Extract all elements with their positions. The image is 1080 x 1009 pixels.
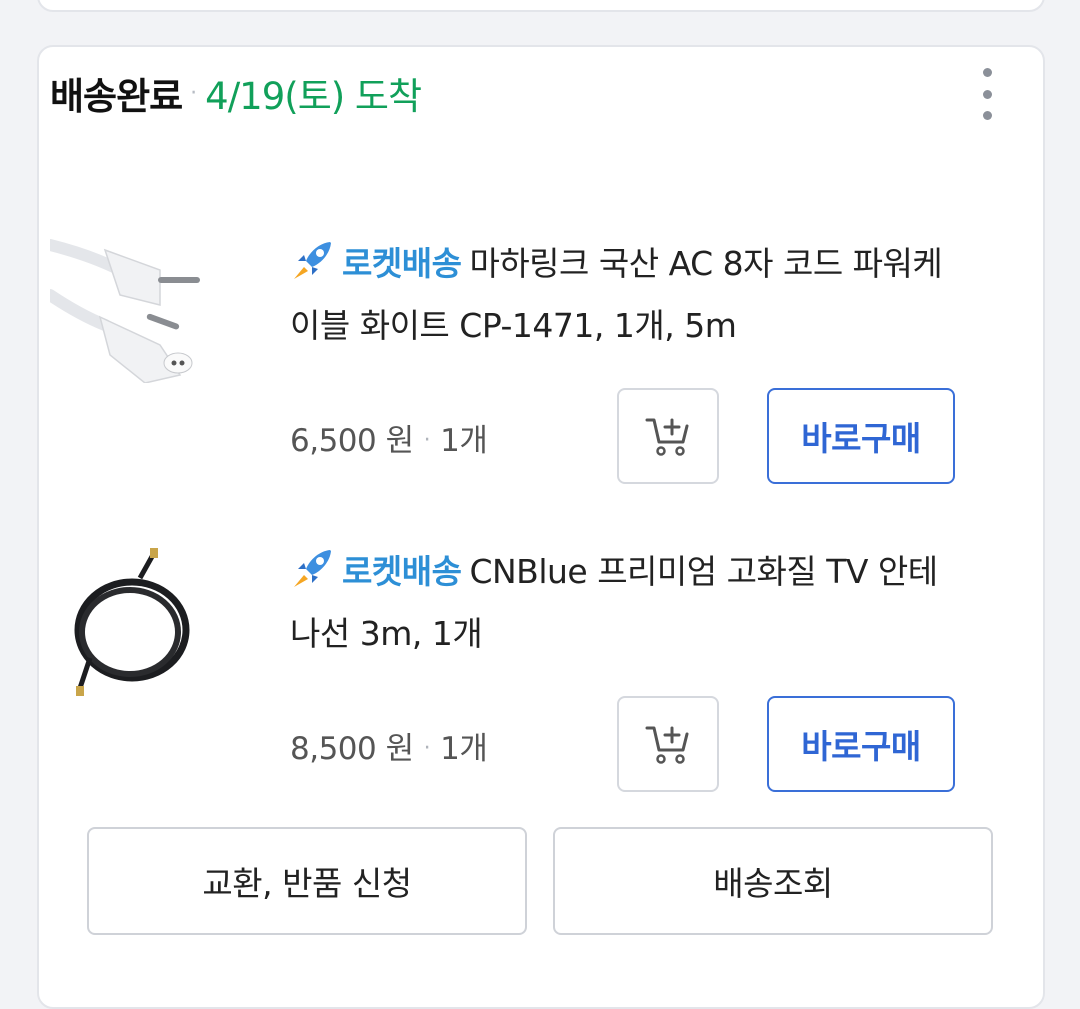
order-item: 로켓배송 CNBlue 프리미엄 고화질 TV 안테나선 3m, 1개 8,500… [50,533,955,798]
price-quantity: 8,500 원 · 1개 [290,723,488,768]
item-price: 8,500 원 [290,731,414,767]
exchange-return-button[interactable]: 교환, 반품 신청 [87,827,527,935]
add-to-cart-button[interactable] [617,696,719,792]
rocket-icon [294,550,331,587]
delivery-status: 배송완료 [50,75,183,118]
add-to-cart-button[interactable] [617,388,719,484]
price-separator: · [423,736,431,761]
price-quantity: 6,500 원 · 1개 [290,415,488,460]
price-separator: · [423,428,431,453]
order-header: 배송완료 · 4/19(토) 도착 [50,70,422,118]
rocket-delivery-badge: 로켓배송 [342,552,462,591]
item-price: 6,500 원 [290,423,414,459]
item-quantity: 1개 [440,731,488,767]
rocket-icon [294,242,331,279]
item-quantity: 1개 [440,423,488,459]
order-item: 로켓배송 마하링크 국산 AC 8자 코드 파워케이블 화이트 CP-1471, … [50,225,955,490]
rocket-delivery-badge: 로켓배송 [342,244,462,283]
buy-now-button[interactable]: 바로구매 [767,388,955,484]
arrival-date: 4/19(토) 도착 [205,75,422,118]
track-delivery-button[interactable]: 배송조회 [553,827,993,935]
product-image-antenna-cable[interactable] [50,548,208,706]
product-image-power-cable[interactable] [50,225,208,383]
previous-order-card [37,0,1045,12]
buy-now-button[interactable]: 바로구매 [767,696,955,792]
cart-add-icon [645,418,689,456]
product-title[interactable]: 로켓배송 마하링크 국산 AC 8자 코드 파워케이블 화이트 CP-1471, … [290,233,954,357]
cart-add-icon [645,726,689,764]
more-options-icon[interactable] [972,68,1002,120]
product-title[interactable]: 로켓배송 CNBlue 프리미엄 고화질 TV 안테나선 3m, 1개 [290,541,954,665]
status-separator: · [190,80,198,106]
